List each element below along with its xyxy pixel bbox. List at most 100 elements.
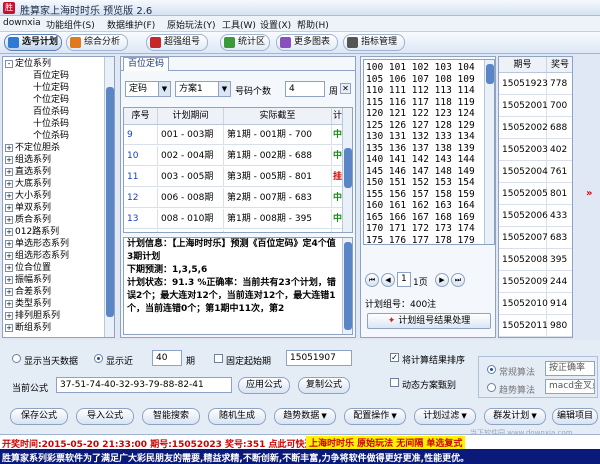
tree-node[interactable]: + 大小系列 [5, 190, 51, 202]
result-number-cell[interactable]: 700 [547, 95, 572, 117]
page-input[interactable]: 1 [397, 272, 411, 287]
grid-cell-actual[interactable]: 第1期 - 001期 - 700 [224, 125, 332, 145]
tree-scroll-thumb[interactable] [106, 87, 114, 317]
result-number-cell[interactable]: 506 [547, 337, 573, 338]
first-page-icon[interactable]: ⏮ [365, 273, 379, 287]
count-input[interactable]: 4 [285, 81, 325, 97]
result-issue-cell[interactable]: 15052001 [499, 95, 548, 117]
grid-cell-period[interactable]: 006 - 008期 [158, 188, 224, 208]
info-scrollbar[interactable] [342, 238, 352, 334]
number-scroll-thumb[interactable] [486, 64, 494, 84]
result-issue-cell[interactable]: 15052002 [499, 117, 548, 139]
col-header[interactable]: 奖号 [547, 57, 572, 73]
grid-cell-period[interactable]: 002 - 004期 [158, 146, 224, 166]
col-header[interactable]: 计划期间 [158, 108, 224, 125]
algo-select-macd[interactable]: macd金叉点 [545, 379, 595, 394]
result-number-cell[interactable]: 683 [547, 227, 572, 249]
number-scrollbar[interactable] [484, 60, 494, 244]
tree-node[interactable]: 十位杀码 [33, 118, 69, 130]
tree-node[interactable]: + 直选系列 [5, 166, 51, 178]
menu-settings[interactable]: 设置(X) [260, 18, 291, 31]
menu-function[interactable]: 功能组件(S) [46, 18, 95, 31]
col-header[interactable]: 期号 [499, 57, 547, 73]
result-issue-cell[interactable]: 15052006 [499, 205, 548, 227]
menu-tools[interactable]: 工具(W) [222, 18, 256, 31]
algo-normal-radio[interactable] [487, 365, 496, 374]
tree-node[interactable]: 个位杀码 [33, 130, 69, 142]
grid-scrollbar[interactable] [342, 108, 352, 232]
result-number-cell[interactable]: 688 [547, 117, 572, 139]
tree-node[interactable]: + 不定位胆杀 [5, 142, 60, 154]
tree-node[interactable]: + 断组系列 [5, 322, 51, 334]
bulk-send-button[interactable]: 群发计划 ▼ [484, 408, 546, 425]
grid-cell-period[interactable]: 008 - 010期 [158, 209, 224, 229]
edit-project-button[interactable]: 编辑项目 [552, 408, 598, 425]
tool-charts-button[interactable]: 更多图表 [276, 34, 338, 51]
result-number-cell[interactable]: 778 [547, 73, 572, 95]
result-number-cell[interactable]: 914 [547, 293, 572, 315]
tree-node[interactable]: 百位定码 [33, 70, 69, 82]
tree-node[interactable]: + 大底系列 [5, 178, 51, 190]
tree-scrollbar[interactable] [104, 57, 114, 337]
tool-analysis-button[interactable]: 综合分析 [66, 34, 128, 51]
tree-node[interactable]: 百位杀码 [33, 106, 69, 118]
tool-stats-button[interactable]: 统计区 [220, 34, 270, 51]
sort-checkbox[interactable]: ✓ [390, 353, 399, 362]
tree-node[interactable]: + 位合位置 [5, 262, 51, 274]
group-result-button[interactable]: ✦ 计划组号结果处理 [367, 313, 491, 329]
trend-data-button[interactable]: 趋势数据 ▼ [274, 408, 336, 425]
mode-select[interactable]: 定码 ▼ [125, 81, 171, 97]
result-number-cell[interactable]: 244 [547, 271, 572, 293]
result-issue-cell[interactable]: 15052008 [499, 249, 548, 271]
tree-node[interactable]: + 单双系列 [5, 202, 51, 214]
tree-node[interactable]: 个位定码 [33, 94, 69, 106]
grid-cell-actual[interactable]: 第1期 - 002期 - 688 [224, 146, 332, 166]
tree-node[interactable]: + 单选形态系列 [5, 238, 69, 250]
result-issue-cell[interactable]: 15052010 [499, 293, 548, 315]
plan-filter-button[interactable]: 计划过滤 ▼ [414, 408, 476, 425]
menu-data[interactable]: 数据维护(F) [107, 18, 155, 31]
grid-cell-no[interactable]: 13 [124, 209, 158, 229]
grid-cell-no[interactable]: 10 [124, 146, 158, 166]
result-issue-cell[interactable]: 15051923 [499, 73, 548, 95]
apply-formula-button[interactable]: 应用公式 [238, 377, 290, 394]
grid-cell-period[interactable]: 003 - 005期 [158, 167, 224, 187]
result-number-cell[interactable]: 433 [547, 205, 572, 227]
result-number-cell[interactable]: 801 [547, 183, 572, 205]
tree-node[interactable]: +012路系列 [5, 226, 59, 238]
tree-node[interactable]: + 质合系列 [5, 214, 51, 226]
formula-input[interactable]: 37-51-74-40-32-93-79-88-82-41 [56, 377, 232, 393]
grid-cell-no[interactable]: 11 [124, 167, 158, 187]
tree-node[interactable]: + 组选系列 [5, 154, 51, 166]
result-number-cell[interactable]: 402 [547, 139, 572, 161]
show-today-radio[interactable] [12, 354, 21, 363]
tool-index-button[interactable]: 指标管理 [343, 34, 405, 51]
tool-plan-button[interactable]: 选号计划 [4, 34, 62, 51]
algo-trend-radio[interactable] [487, 383, 496, 392]
recent-count-input[interactable]: 40 [152, 350, 182, 366]
result-issue-cell[interactable]: 15052003 [499, 139, 548, 161]
tree-node[interactable]: - 定位系列 [5, 58, 51, 70]
grid-cell-actual[interactable]: 第3期 - 005期 - 801 [224, 167, 332, 187]
tree-node[interactable]: 十位定码 [33, 82, 69, 94]
import-formula-button[interactable]: 导入公式 [76, 408, 134, 425]
tree-node[interactable]: + 类型系列 [5, 298, 51, 310]
result-issue-cell[interactable]: 15052011 [499, 315, 548, 337]
save-formula-button[interactable]: 保存公式 [10, 408, 68, 425]
copy-formula-button[interactable]: 复制公式 [298, 377, 350, 394]
result-issue-cell[interactable]: 15052004 [499, 161, 548, 183]
tool-combine-button[interactable]: 超强组号 [146, 34, 208, 51]
algo-select-accuracy[interactable]: 按正确率 [545, 361, 595, 376]
last-page-icon[interactable]: ⏭ [451, 273, 465, 287]
fixed-start-checkbox[interactable] [214, 354, 223, 363]
result-number-cell[interactable]: 761 [547, 161, 572, 183]
tree-node[interactable]: + 合差系列 [5, 286, 51, 298]
col-header[interactable]: 序号 [124, 108, 158, 125]
menu-downxia[interactable]: downxia [3, 18, 41, 28]
grid-scroll-thumb[interactable] [344, 148, 352, 188]
info-scroll-thumb[interactable] [344, 242, 352, 330]
result-number-cell[interactable]: 980 [547, 315, 572, 337]
result-issue-cell[interactable]: 15052007 [499, 227, 548, 249]
grid-cell-no[interactable]: 14 [124, 230, 158, 232]
tab-hundreds-fixed[interactable]: 百位定码 [123, 57, 170, 71]
